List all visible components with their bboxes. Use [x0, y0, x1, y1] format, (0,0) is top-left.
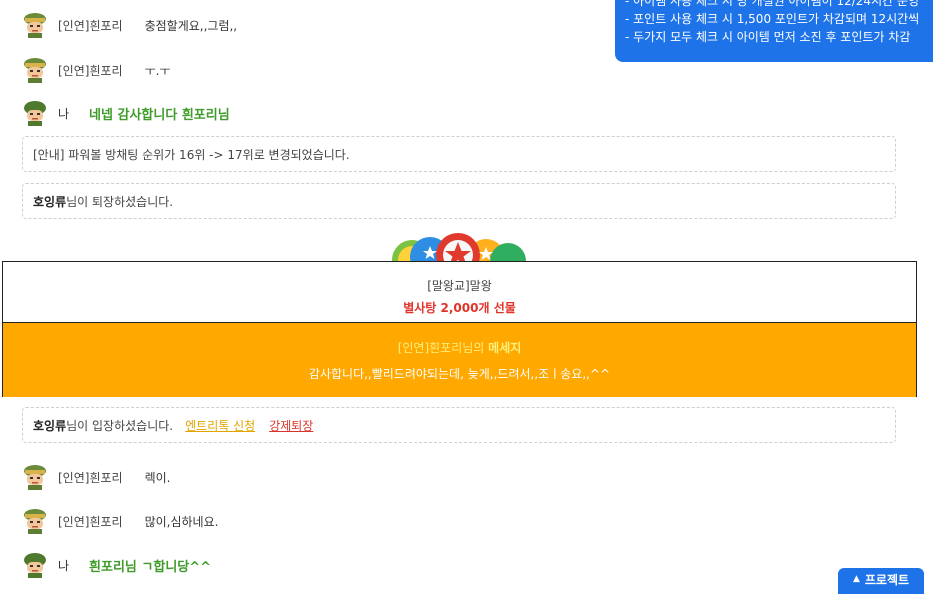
chat-username: 나 [58, 106, 70, 121]
gift-message-panel: [인연]흰포리님의 메세지 감사합니다,,빨리드려야되는데, 늦게,,드려서,,… [3, 322, 916, 397]
chat-text: 많이,심하네요. [144, 514, 219, 529]
my-chat-message: 나 네넵 감사합니다 흰포리님 [22, 100, 230, 126]
gift-message-title: 메세지 [488, 341, 522, 355]
chat-text: 네넵 감사합니다 흰포리님 [89, 107, 230, 123]
my-chat-message: 나 흰포리님 ㄱ합니당^^ [22, 552, 211, 578]
rank-notice: [안내] 파워볼 방채팅 순위가 16위 -> 17위로 변경되었습니다. [22, 136, 896, 172]
chat-message: [인연]흰포리 충점할게요,,그럼,, [22, 12, 237, 38]
notice-username[interactable]: 호잉류 [33, 417, 66, 434]
chat-username[interactable]: [인연]흰포리 [58, 513, 123, 530]
scroll-top-label: 프로젝트 [864, 572, 910, 587]
my-avatar-icon[interactable] [22, 552, 48, 578]
chat-message: [인연]흰포리 렉이. [22, 464, 170, 490]
chat-text: ㅜ.ㅜ [144, 63, 171, 78]
chat-text: 렉이. [144, 470, 171, 485]
chat-message: [인연]흰포리 많이,심하네요. [22, 508, 218, 534]
gift-message-from: [인연]흰포리님의 [397, 341, 485, 355]
user-avatar-icon[interactable] [22, 57, 48, 83]
chat-username[interactable]: [인연]흰포리 [58, 62, 123, 79]
gift-sender[interactable]: [말왕교]말왕 [3, 262, 916, 294]
notice-username[interactable]: 호잉류 [33, 193, 66, 210]
chat-message: [인연]흰포리 ㅜ.ㅜ [22, 57, 170, 83]
item-info-popup: - 아이템 사용 체크 시 방 개설권 아이템이 12/24시간 운영 - 포인… [615, 0, 933, 62]
popup-line: - 아이템 사용 체크 시 방 개설권 아이템이 12/24시간 운영 [625, 0, 920, 8]
notice-text: 님이 퇴장하셨습니다. [66, 194, 174, 209]
gift-card: [말왕교]말왕 별사탕 2,000개 선물 [인연]흰포리님의 메세지 감사합니… [2, 261, 917, 397]
my-avatar-icon[interactable] [22, 100, 48, 126]
arrow-up-icon: ▲ [852, 574, 860, 584]
user-avatar-icon[interactable] [22, 508, 48, 534]
scroll-top-button[interactable]: ▲ 프로젝트 [838, 568, 924, 594]
entry-talk-request-link[interactable]: 엔트리톡 신청 [185, 417, 255, 434]
popup-line: - 두가지 모두 체크 시 아이템 먼저 소진 후 포인트가 차감 [625, 30, 911, 44]
notice-text: 님이 입장하셨습니다. [66, 418, 174, 433]
chat-text: 흰포리님 ㄱ합니당^^ [89, 559, 212, 575]
chat-username: 나 [58, 558, 70, 573]
chat-username[interactable]: [인연]흰포리 [58, 469, 123, 486]
star-balls-icon [392, 233, 526, 264]
chat-text: 충점할게요,,그럼,, [144, 18, 238, 33]
enter-notice: 호잉류 님이 입장하셨습니다. 엔트리톡 신청 강제퇴장 [22, 407, 896, 443]
force-kick-link[interactable]: 강제퇴장 [269, 417, 313, 434]
user-avatar-icon[interactable] [22, 464, 48, 490]
gift-item: 별사탕 2,000개 선물 [403, 301, 516, 315]
popup-line: - 포인트 사용 체크 시 1,500 포인트가 차감되며 12시간씩 [625, 12, 920, 26]
chat-username[interactable]: [인연]흰포리 [58, 17, 123, 34]
rank-notice-text: [안내] 파워볼 방채팅 순위가 16위 -> 17위로 변경되었습니다. [33, 147, 350, 162]
gift-message-text: 감사합니다,,빨리드려야되는데, 늦게,,드려서,,조ㅣ송요,,^^ [308, 367, 611, 381]
user-avatar-icon[interactable] [22, 12, 48, 38]
leave-notice: 호잉류 님이 퇴장하셨습니다. [22, 183, 896, 219]
